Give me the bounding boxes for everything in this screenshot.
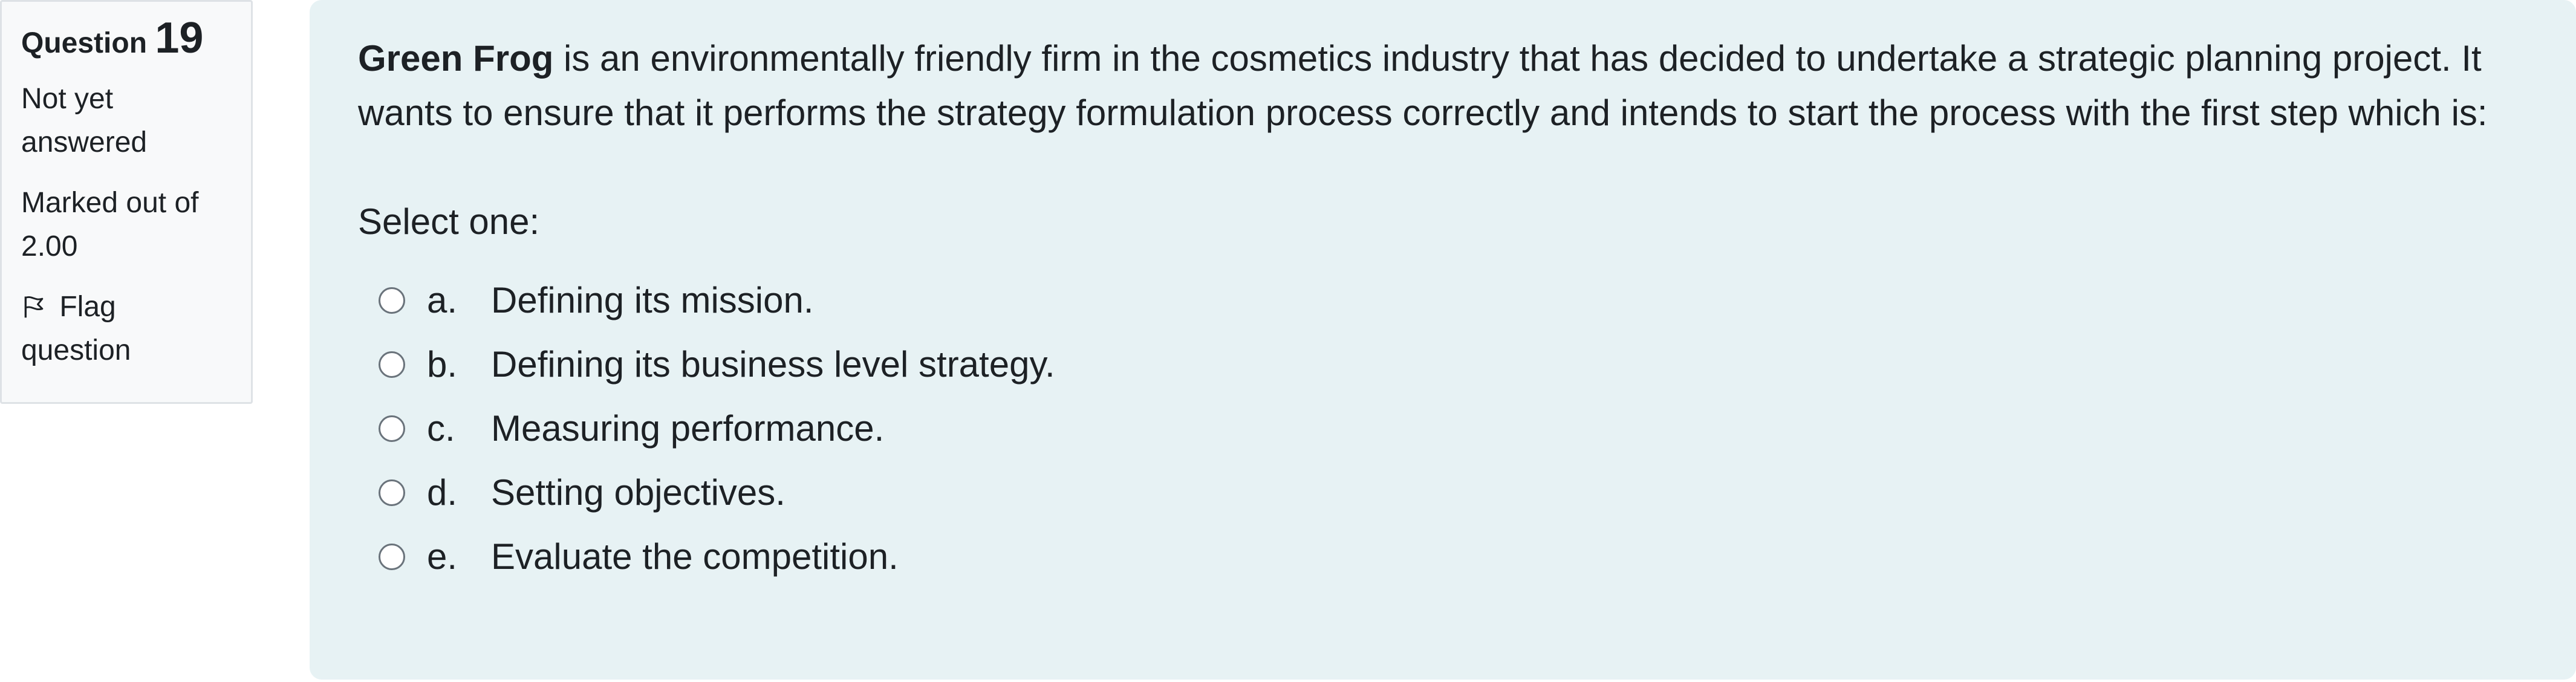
option-letter: c. bbox=[427, 408, 455, 449]
answer-option-a[interactable]: a. Defining its mission. bbox=[379, 268, 2528, 333]
option-letter: d. bbox=[427, 472, 458, 513]
option-text[interactable]: Measuring performance. bbox=[491, 401, 884, 456]
select-prompt: Select one: bbox=[358, 201, 540, 242]
question-text-body: is an environmentally friendly firm in t… bbox=[358, 38, 2488, 133]
option-text[interactable]: Setting objectives. bbox=[491, 466, 785, 520]
question-content: Green Frog is an environmentally friendl… bbox=[310, 0, 2576, 680]
company-name: Green Frog bbox=[358, 38, 554, 79]
radio-e[interactable] bbox=[379, 544, 405, 570]
answer-option-b[interactable]: b. Defining its business level strategy. bbox=[379, 333, 2528, 397]
option-letter: b. bbox=[427, 344, 458, 385]
question-number-heading: Question 19 bbox=[21, 16, 232, 65]
option-letter: e. bbox=[427, 536, 458, 577]
option-text[interactable]: Defining its mission. bbox=[491, 273, 814, 328]
flag-question-link[interactable]: Flag question bbox=[21, 285, 232, 372]
radio-d[interactable] bbox=[379, 479, 405, 506]
answer-option-e[interactable]: e. Evaluate the competition. bbox=[379, 525, 2528, 589]
option-text[interactable]: Defining its business level strategy. bbox=[491, 337, 1055, 392]
option-letter: a. bbox=[427, 280, 458, 320]
question-grade: Marked out of 2.00 bbox=[21, 187, 199, 262]
radio-a[interactable] bbox=[379, 287, 405, 314]
answer-options: a. Defining its mission. b. Defining its… bbox=[358, 268, 2528, 589]
option-text[interactable]: Evaluate the competition. bbox=[491, 530, 899, 584]
question-state: Not yet answered bbox=[21, 83, 148, 158]
question-label: Question bbox=[21, 27, 148, 59]
radio-b[interactable] bbox=[379, 351, 405, 378]
radio-c[interactable] bbox=[379, 415, 405, 442]
question-text: Green Frog is an environmentally friendl… bbox=[358, 31, 2528, 140]
question-number: 19 bbox=[155, 14, 204, 62]
answer-option-c[interactable]: c. Measuring performance. bbox=[379, 397, 2528, 461]
flag-icon bbox=[24, 296, 44, 318]
question-info-panel: Question 19 Not yet answered Marked out … bbox=[0, 0, 253, 404]
answer-option-d[interactable]: d. Setting objectives. bbox=[379, 461, 2528, 525]
